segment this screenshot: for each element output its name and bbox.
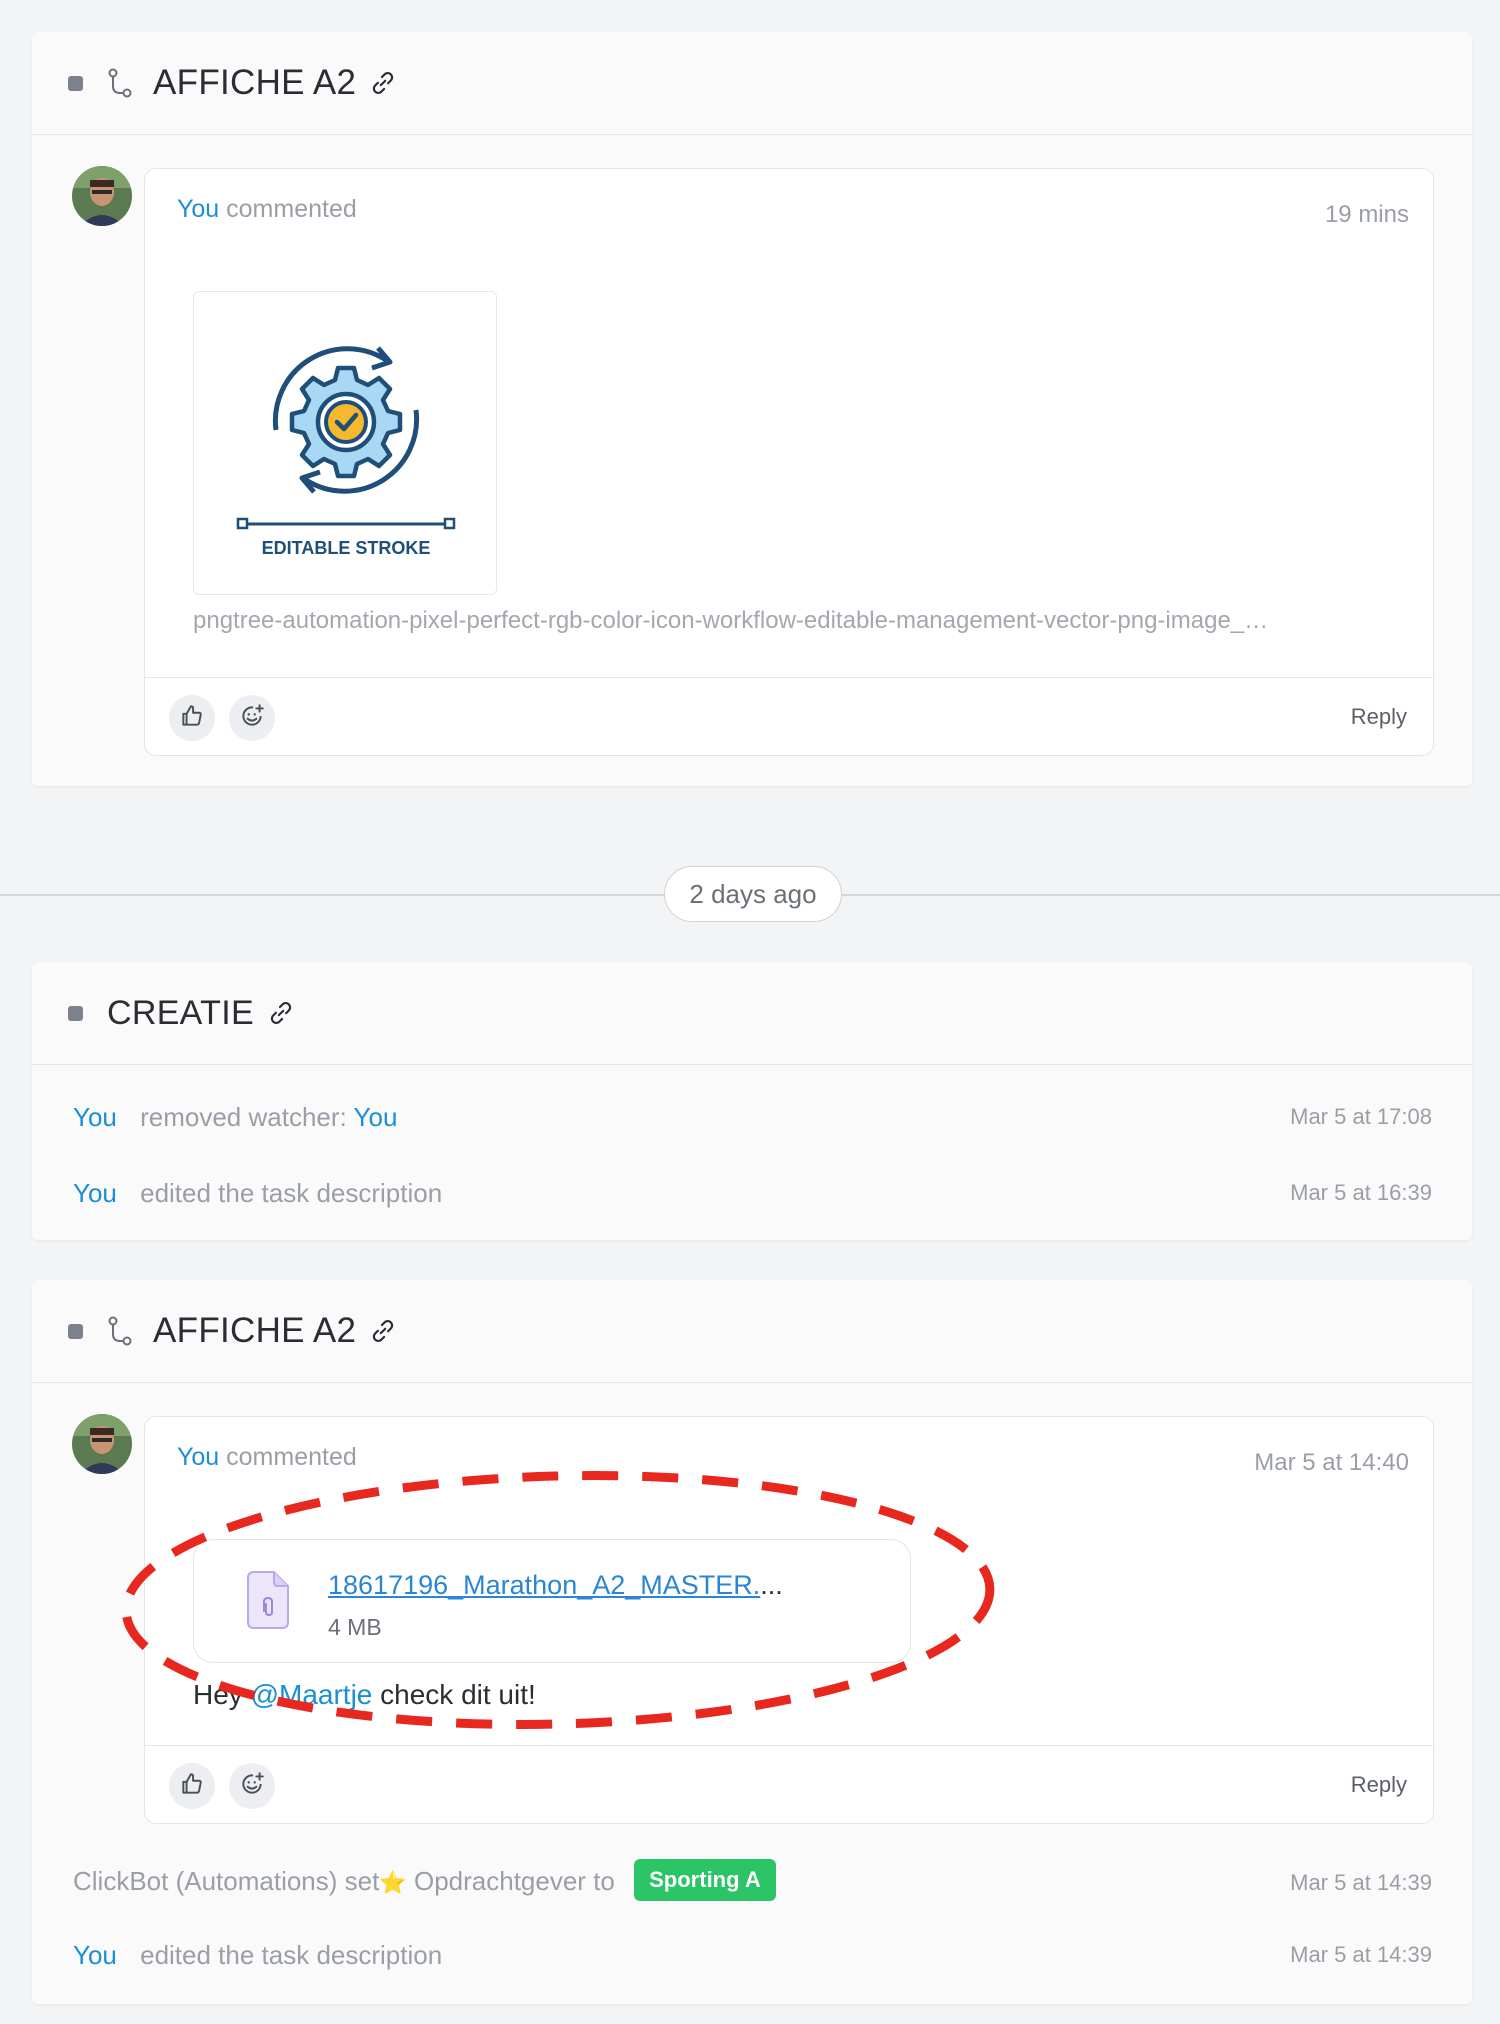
- file-attachment[interactable]: 18617196_Marathon_A2_MASTER.... 4 MB: [193, 1539, 911, 1663]
- avatar[interactable]: [72, 1414, 132, 1474]
- automation-activity-row: ClickBot (Automations) set⭐ Opdrachtgeve…: [73, 1859, 1432, 1904]
- link-icon[interactable]: [268, 1000, 294, 1026]
- file-size: 4 MB: [328, 1614, 382, 1640]
- comment-author[interactable]: You: [177, 195, 219, 223]
- thumbnail-caption: EDITABLE STROKE: [262, 538, 431, 558]
- emoji-add-icon: [239, 703, 265, 734]
- like-button[interactable]: [169, 1763, 215, 1809]
- gear-automation-icon: EDITABLE STROKE: [236, 346, 456, 558]
- activity-row: You removed watcher: You Mar 5 at 17:08: [73, 1102, 1432, 1133]
- activity-row: You edited the task description Mar 5 at…: [73, 1178, 1432, 1209]
- activity-card-creatie: CREATIE You removed watcher: You Mar 5 a…: [32, 962, 1472, 1240]
- comment-author[interactable]: You: [177, 1443, 219, 1471]
- comment-footer: Reply: [145, 1745, 1433, 1823]
- card-header: AFFICHE A2: [32, 32, 1472, 135]
- activity-time: Mar 5 at 16:39: [1290, 1180, 1432, 1205]
- subtask-icon: [107, 68, 133, 98]
- card-header: AFFICHE A2: [32, 1280, 1472, 1383]
- activity-row: You edited the task description Mar 5 at…: [73, 1940, 1432, 1971]
- activity-actor[interactable]: You: [73, 1102, 117, 1132]
- comment-time: Mar 5 at 14:40: [1254, 1449, 1409, 1476]
- reply-button[interactable]: Reply: [1351, 704, 1407, 730]
- thumbs-up-icon: [179, 703, 205, 734]
- activity-text: removed watcher:: [140, 1102, 347, 1132]
- comment-author-line: You commented: [177, 1443, 357, 1472]
- activity-text: edited the task description: [140, 1940, 443, 1970]
- activity-actor[interactable]: You: [73, 1178, 117, 1208]
- automation-actor: ClickBot (Automations): [73, 1865, 338, 1896]
- status-square-icon: [68, 1005, 83, 1021]
- task-title[interactable]: AFFICHE A2: [153, 63, 356, 103]
- comment-footer: Reply: [145, 677, 1433, 755]
- activity-actor[interactable]: You: [73, 1940, 117, 1970]
- comment-time: 19 mins: [1324, 201, 1409, 228]
- reply-button[interactable]: Reply: [1351, 1772, 1407, 1798]
- add-reaction-button[interactable]: [229, 695, 275, 741]
- thumbs-up-icon: [179, 1771, 205, 1802]
- field-value-badge[interactable]: Sporting A: [634, 1859, 776, 1901]
- comment-card: You commented Mar 5 at 14:40 18617196_Ma…: [144, 1416, 1434, 1824]
- task-title[interactable]: AFFICHE A2: [153, 1311, 356, 1351]
- custom-field-name: Opdrachtgever: [413, 1865, 586, 1896]
- comment-action: commented: [226, 195, 357, 223]
- file-attachment-icon: [244, 1570, 290, 1635]
- automation-text-set: set: [344, 1865, 380, 1896]
- activity-time: Mar 5 at 14:39: [1290, 1870, 1432, 1895]
- card-header: CREATIE: [32, 962, 1472, 1065]
- activity-text: edited the task description: [140, 1178, 443, 1208]
- file-name-link[interactable]: 18617196_Marathon_A2_MASTER....: [328, 1570, 783, 1601]
- mention-link[interactable]: @Maartje: [251, 1679, 373, 1710]
- comment-action: commented: [226, 1443, 357, 1471]
- attachment-filename[interactable]: pngtree-automation-pixel-perfect-rgb-col…: [193, 607, 1373, 635]
- activity-card-affiche-a2: AFFICHE A2 You commented 19 mins EDITABL…: [32, 32, 1472, 786]
- star-icon: ⭐: [379, 1869, 407, 1895]
- message-prefix: Hey: [193, 1679, 243, 1710]
- task-title[interactable]: CREATIE: [107, 994, 254, 1033]
- emoji-add-icon: [239, 1771, 265, 1802]
- activity-card-affiche-a2-2: AFFICHE A2 You commented Mar 5 at 14:40 …: [32, 1280, 1472, 2004]
- activity-time: Mar 5 at 14:39: [1290, 1942, 1432, 1967]
- comment-card: You commented 19 mins EDITABLE STROKE pn…: [144, 168, 1434, 756]
- link-icon[interactable]: [370, 70, 396, 96]
- activity-target[interactable]: You: [354, 1102, 398, 1132]
- activity-time: Mar 5 at 17:08: [1290, 1104, 1432, 1129]
- comment-message: Hey @Maartje check dit uit!: [193, 1679, 536, 1711]
- comment-author-line: You commented: [177, 195, 357, 224]
- status-square-icon: [68, 75, 83, 91]
- message-suffix: check dit uit!: [380, 1679, 536, 1710]
- automation-text-to: to: [593, 1865, 615, 1896]
- avatar[interactable]: [72, 166, 132, 226]
- link-icon[interactable]: [370, 1318, 396, 1344]
- status-square-icon: [68, 1323, 83, 1339]
- add-reaction-button[interactable]: [229, 1763, 275, 1809]
- date-divider-pill: 2 days ago: [664, 866, 842, 922]
- subtask-icon: [107, 1316, 133, 1346]
- like-button[interactable]: [169, 695, 215, 741]
- image-attachment-thumbnail[interactable]: EDITABLE STROKE: [193, 291, 497, 595]
